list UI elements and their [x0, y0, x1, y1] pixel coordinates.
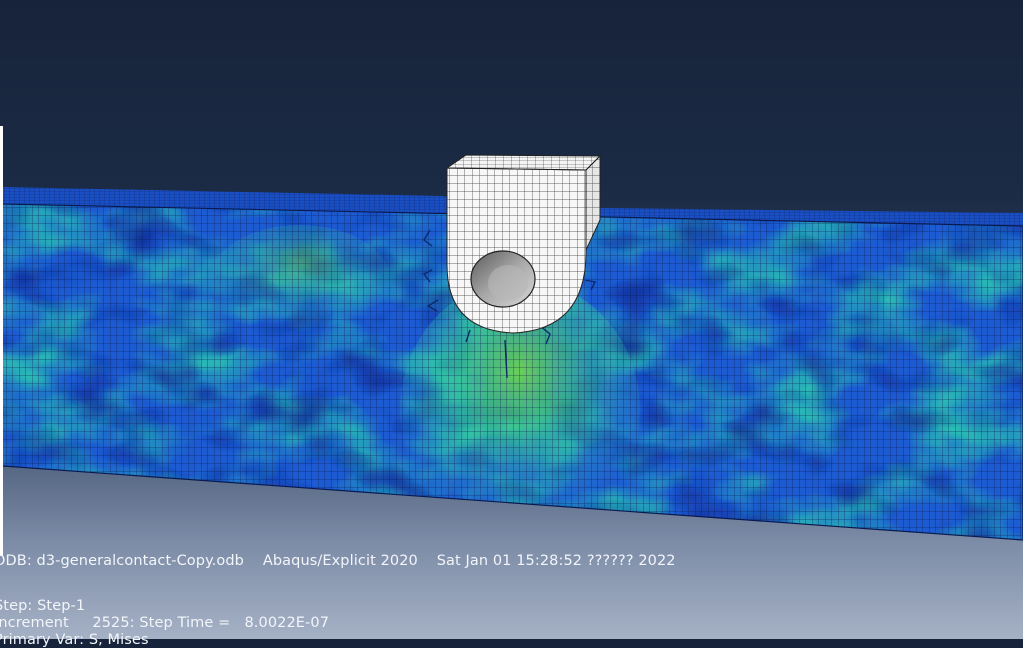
- increment-info-text: Increment 2525: Step Time = 8.0022E-07: [0, 615, 330, 631]
- model-viewport[interactable]: ODB: d3-generalcontact-Copy.odb Abaqus/E…: [0, 0, 1023, 648]
- step-info-text: Step: Step-1: [0, 598, 86, 614]
- primary-var-text: Primary Var: S, Mises: [0, 632, 149, 648]
- fea-model-render[interactable]: [0, 0, 1023, 639]
- odb-info-text: ODB: d3-generalcontact-Copy.odb Abaqus/E…: [0, 553, 676, 569]
